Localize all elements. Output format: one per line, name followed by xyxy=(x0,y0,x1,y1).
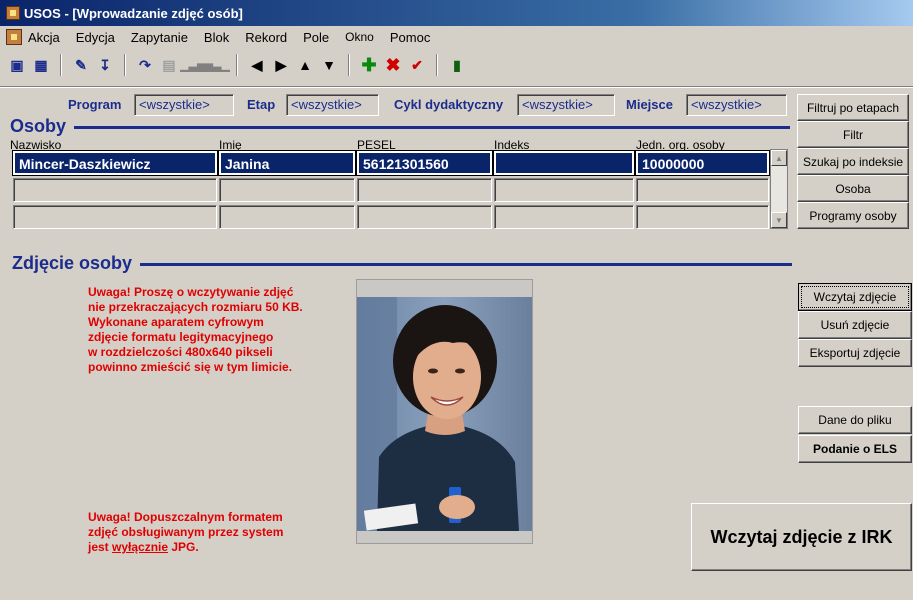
warning-line: Wykonane aparatem cyfrowym xyxy=(88,315,264,329)
save-icon[interactable]: ▣ xyxy=(6,54,28,76)
warning-line: jest wyłącznie JPG. xyxy=(88,540,348,555)
osoby-title-line xyxy=(74,126,790,129)
exit-icon[interactable]: ▮ xyxy=(446,54,468,76)
cell-jednostka[interactable]: 10000000 xyxy=(636,151,769,175)
menu-zapytanie[interactable]: Zapytanie xyxy=(131,30,204,45)
menu-akcja[interactable]: Akcja xyxy=(28,30,76,45)
delete-photo-button[interactable]: Usuń zdjęcie xyxy=(798,311,912,339)
cell-pesel[interactable] xyxy=(357,205,492,229)
format-warning: Uwaga! Dopuszczalnym formatem zdjęć obsł… xyxy=(88,510,348,555)
osoby-title: Osoby xyxy=(10,116,67,136)
query-disabled-icon[interactable]: ▤ xyxy=(158,54,180,76)
column-header-imie: Imię xyxy=(219,138,242,152)
cell-nazwisko[interactable]: Mincer-Daszkiewicz xyxy=(13,151,217,175)
prev-record-icon[interactable]: ▲ xyxy=(294,54,316,76)
menu-pole[interactable]: Pole xyxy=(303,30,345,45)
cykl-field[interactable]: <wszystkie> xyxy=(517,94,615,116)
stats-icon[interactable]: ▅▃▁ xyxy=(204,54,229,76)
cell-imie[interactable] xyxy=(219,205,355,229)
menu-pomoc[interactable]: Pomoc xyxy=(390,30,446,45)
toolbar-separator xyxy=(348,54,350,76)
search-by-index-button[interactable]: Szukaj po indeksie xyxy=(797,148,909,175)
etap-field[interactable]: <wszystkie> xyxy=(286,94,379,116)
menu-bar: Akcja Edycja Zapytanie Blok Rekord Pole … xyxy=(0,26,913,48)
column-header-indeks: Indeks xyxy=(494,138,530,152)
photo-section-title-line xyxy=(140,263,792,266)
prev-block-icon[interactable]: ◀ xyxy=(246,54,268,76)
warning-prefix: jest xyxy=(88,540,113,554)
miejsce-field[interactable]: <wszystkie> xyxy=(686,94,787,116)
warning-line: Uwaga! Proszę o wczytywanie zdjęć xyxy=(88,285,294,299)
warning-emphasis: wyłącznie xyxy=(112,540,169,554)
divider xyxy=(0,86,913,88)
cell-nazwisko[interactable] xyxy=(13,178,217,202)
print-icon[interactable]: ▦ xyxy=(30,54,52,76)
cell-indeks[interactable] xyxy=(494,205,634,229)
app-icon xyxy=(6,6,20,20)
photo-section-title: Zdjęcie osoby xyxy=(12,253,133,273)
next-block-icon[interactable]: ▶ xyxy=(270,54,292,76)
toolbar-separator xyxy=(236,54,238,76)
warning-line: powinno zmieścić się w tym limicie. xyxy=(88,360,293,374)
menu-rekord[interactable]: Rekord xyxy=(245,30,303,45)
cell-indeks[interactable] xyxy=(494,151,634,175)
etap-label: Etap xyxy=(247,97,276,112)
next-record-icon[interactable]: ▼ xyxy=(318,54,340,76)
toolbar: ▣ ▦ ✎ ↧ ↷ ▤ ▁▃▅ ▅▃▁ ◀ ▶ ▲ ▼ ✚ ✖ ✔ ▮ xyxy=(0,50,913,80)
warning-line: zdjęcie formatu legitymacyjnego xyxy=(88,330,274,344)
miejsce-label: Miejsce xyxy=(626,97,673,112)
cell-indeks[interactable] xyxy=(494,178,634,202)
scroll-up-icon[interactable]: ▲ xyxy=(771,150,787,166)
warning-line: Uwaga! Dopuszczalnym formatem xyxy=(88,510,283,524)
warning-suffix: JPG. xyxy=(168,540,199,554)
load-photo-from-irk-button[interactable]: Wczytaj zdjęcie z IRK xyxy=(691,503,912,571)
menu-blok[interactable]: Blok xyxy=(204,30,245,45)
column-header-jednostka: Jedn. org. osoby xyxy=(636,138,725,152)
toolbar-separator xyxy=(60,54,62,76)
window-title: USOS - [Wprowadzanie zdjęć osób] xyxy=(24,5,243,21)
cell-imie[interactable]: Janina xyxy=(219,151,355,175)
person-programs-button[interactable]: Programy osoby xyxy=(797,202,909,229)
photo-frame xyxy=(356,279,533,544)
person-button[interactable]: Osoba xyxy=(797,175,909,202)
column-header-pesel: PESEL xyxy=(357,138,396,152)
size-warning: Uwaga! Proszę o wczytywanie zdjęć nie pr… xyxy=(88,285,348,375)
app-menu-icon[interactable] xyxy=(6,29,22,45)
cykl-label: Cykl dydaktyczny xyxy=(394,97,504,112)
export-photo-button[interactable]: Eksportuj zdjęcie xyxy=(798,339,912,367)
person-photo xyxy=(357,297,532,531)
count-icon[interactable]: ▁▃▅ xyxy=(180,54,205,76)
download-icon[interactable]: ↧ xyxy=(94,54,116,76)
table-scrollbar[interactable]: ▲ ▼ xyxy=(770,149,788,229)
warning-line: nie przekraczających rozmiaru 50 KB. xyxy=(88,300,303,314)
menu-edycja[interactable]: Edycja xyxy=(76,30,131,45)
person-photo-image xyxy=(357,297,532,531)
title-bar: USOS - [Wprowadzanie zdjęć osób] xyxy=(0,0,913,26)
warning-line: zdjęć obsługiwanym przez system xyxy=(88,525,284,539)
program-label: Program xyxy=(68,97,122,112)
scroll-down-icon[interactable]: ▼ xyxy=(771,212,787,228)
toolbar-separator xyxy=(436,54,438,76)
edit-icon[interactable]: ✎ xyxy=(70,54,92,76)
warning-line: w rozdzielczości 480x640 pikseli xyxy=(88,345,273,359)
cell-nazwisko[interactable] xyxy=(13,205,217,229)
els-application-button[interactable]: Podanie o ELS xyxy=(798,435,912,463)
cell-pesel[interactable] xyxy=(357,178,492,202)
program-field[interactable]: <wszystkie> xyxy=(134,94,234,116)
column-header-nazwisko: Nazwisko xyxy=(10,138,62,152)
data-to-file-button[interactable]: Dane do pliku xyxy=(798,406,912,434)
cell-jednostka[interactable] xyxy=(636,205,769,229)
toolbar-separator xyxy=(124,54,126,76)
insert-record-icon[interactable]: ✚ xyxy=(358,54,380,76)
cell-pesel[interactable]: 56121301560 xyxy=(357,151,492,175)
menu-okno[interactable]: Okno xyxy=(345,30,390,44)
load-photo-button[interactable]: Wczytaj zdjęcie xyxy=(798,283,912,311)
filter-by-stages-button[interactable]: Filtruj po etapach xyxy=(797,94,909,121)
cell-jednostka[interactable] xyxy=(636,178,769,202)
delete-record-icon[interactable]: ✖ xyxy=(382,54,404,76)
filter-button[interactable]: Filtr xyxy=(797,121,909,148)
cell-imie[interactable] xyxy=(219,178,355,202)
clear-record-icon[interactable]: ✔ xyxy=(406,54,428,76)
query-icon[interactable]: ↷ xyxy=(134,54,156,76)
